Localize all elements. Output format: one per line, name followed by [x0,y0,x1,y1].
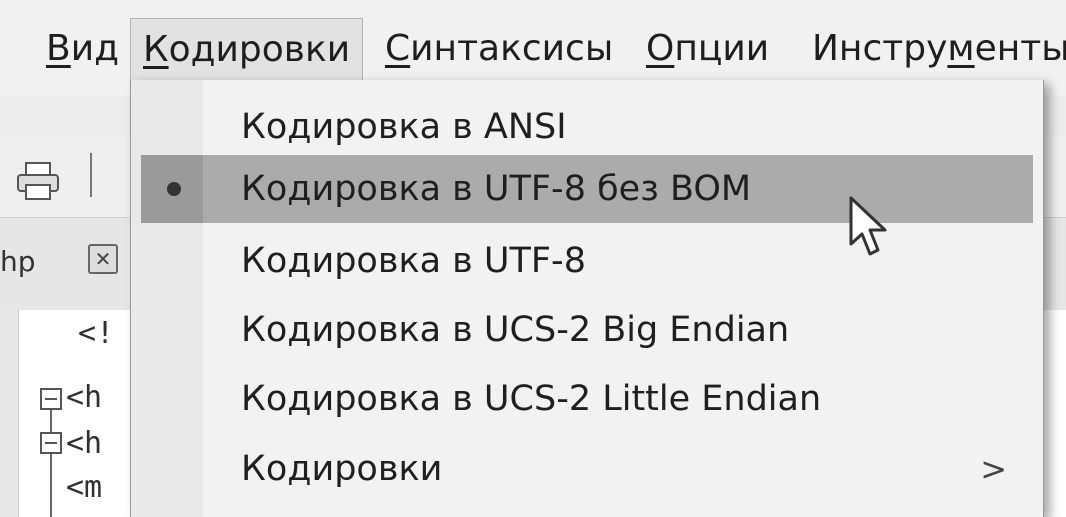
menu-tools-accel: м [947,28,975,69]
menu-options-text: пции [674,28,770,69]
menu-item-label: Кодировка в UTF-8 [241,241,586,281]
code-line: <h [66,426,103,461]
submenu-arrow-icon: > [980,450,1007,488]
code-line: <! [78,316,115,351]
menu-item-utf8[interactable]: Кодировка в UTF-8 [141,227,1033,295]
menu-tools[interactable]: Инструменты [812,18,1066,80]
file-tab-label[interactable]: hp [0,245,36,278]
menu-view-accel: В [46,28,71,69]
radio-dot-icon [167,182,181,196]
menu-tools-text: енты [974,28,1066,69]
menu-item-label: Кодировка в UCS-2 Big Endian [241,310,790,350]
menu-tools-pre: Инстру [812,28,948,69]
menu-encodings[interactable]: Кодировки [130,18,364,81]
code-line: <m [66,470,103,505]
menu-item-ucs2-little-endian[interactable]: Кодировка в UCS-2 Little Endian [141,365,1033,433]
menu-item-label: Кодировка в ANSI [241,107,567,147]
menu-options[interactable]: Опции [646,18,769,80]
close-icon[interactable]: ✕ [88,244,118,274]
printer-icon[interactable] [14,161,64,205]
code-line: <h [66,380,103,415]
menu-syntaxes-accel: С [385,28,411,69]
encoding-dropdown: Кодировка в ANSI Кодировка в UTF-8 без B… [130,80,1044,517]
menu-item-label: Кодировки [241,449,443,489]
fold-minus-icon[interactable] [40,388,62,410]
toolbar-separator [90,153,92,197]
menu-item-encodings-submenu[interactable]: Кодировки > [141,435,1033,503]
menu-item-ucs2-big-endian[interactable]: Кодировка в UCS-2 Big Endian [141,296,1033,364]
menu-view-text: ид [70,28,119,69]
menu-view[interactable]: Вид [46,18,119,80]
editor-gutter [0,310,19,517]
menu-encodings-text: одировки [168,29,351,70]
menu-item-utf8-no-bom[interactable]: Кодировка в UTF-8 без BOM [141,155,1033,223]
menu-item-label: Кодировка в UCS-2 Little Endian [241,379,822,419]
menu-options-accel: О [646,28,675,69]
menu-encodings-accel: К [143,29,169,70]
fold-minus-icon[interactable] [40,432,62,454]
menu-syntaxes[interactable]: Синтаксисы [385,18,613,80]
menu-item-label: Кодировка в UTF-8 без BOM [241,169,752,209]
menu-item-ansi[interactable]: Кодировка в ANSI [141,93,1033,161]
menu-syntaxes-text: интаксисы [410,28,614,69]
mouse-pointer-icon [848,196,888,264]
